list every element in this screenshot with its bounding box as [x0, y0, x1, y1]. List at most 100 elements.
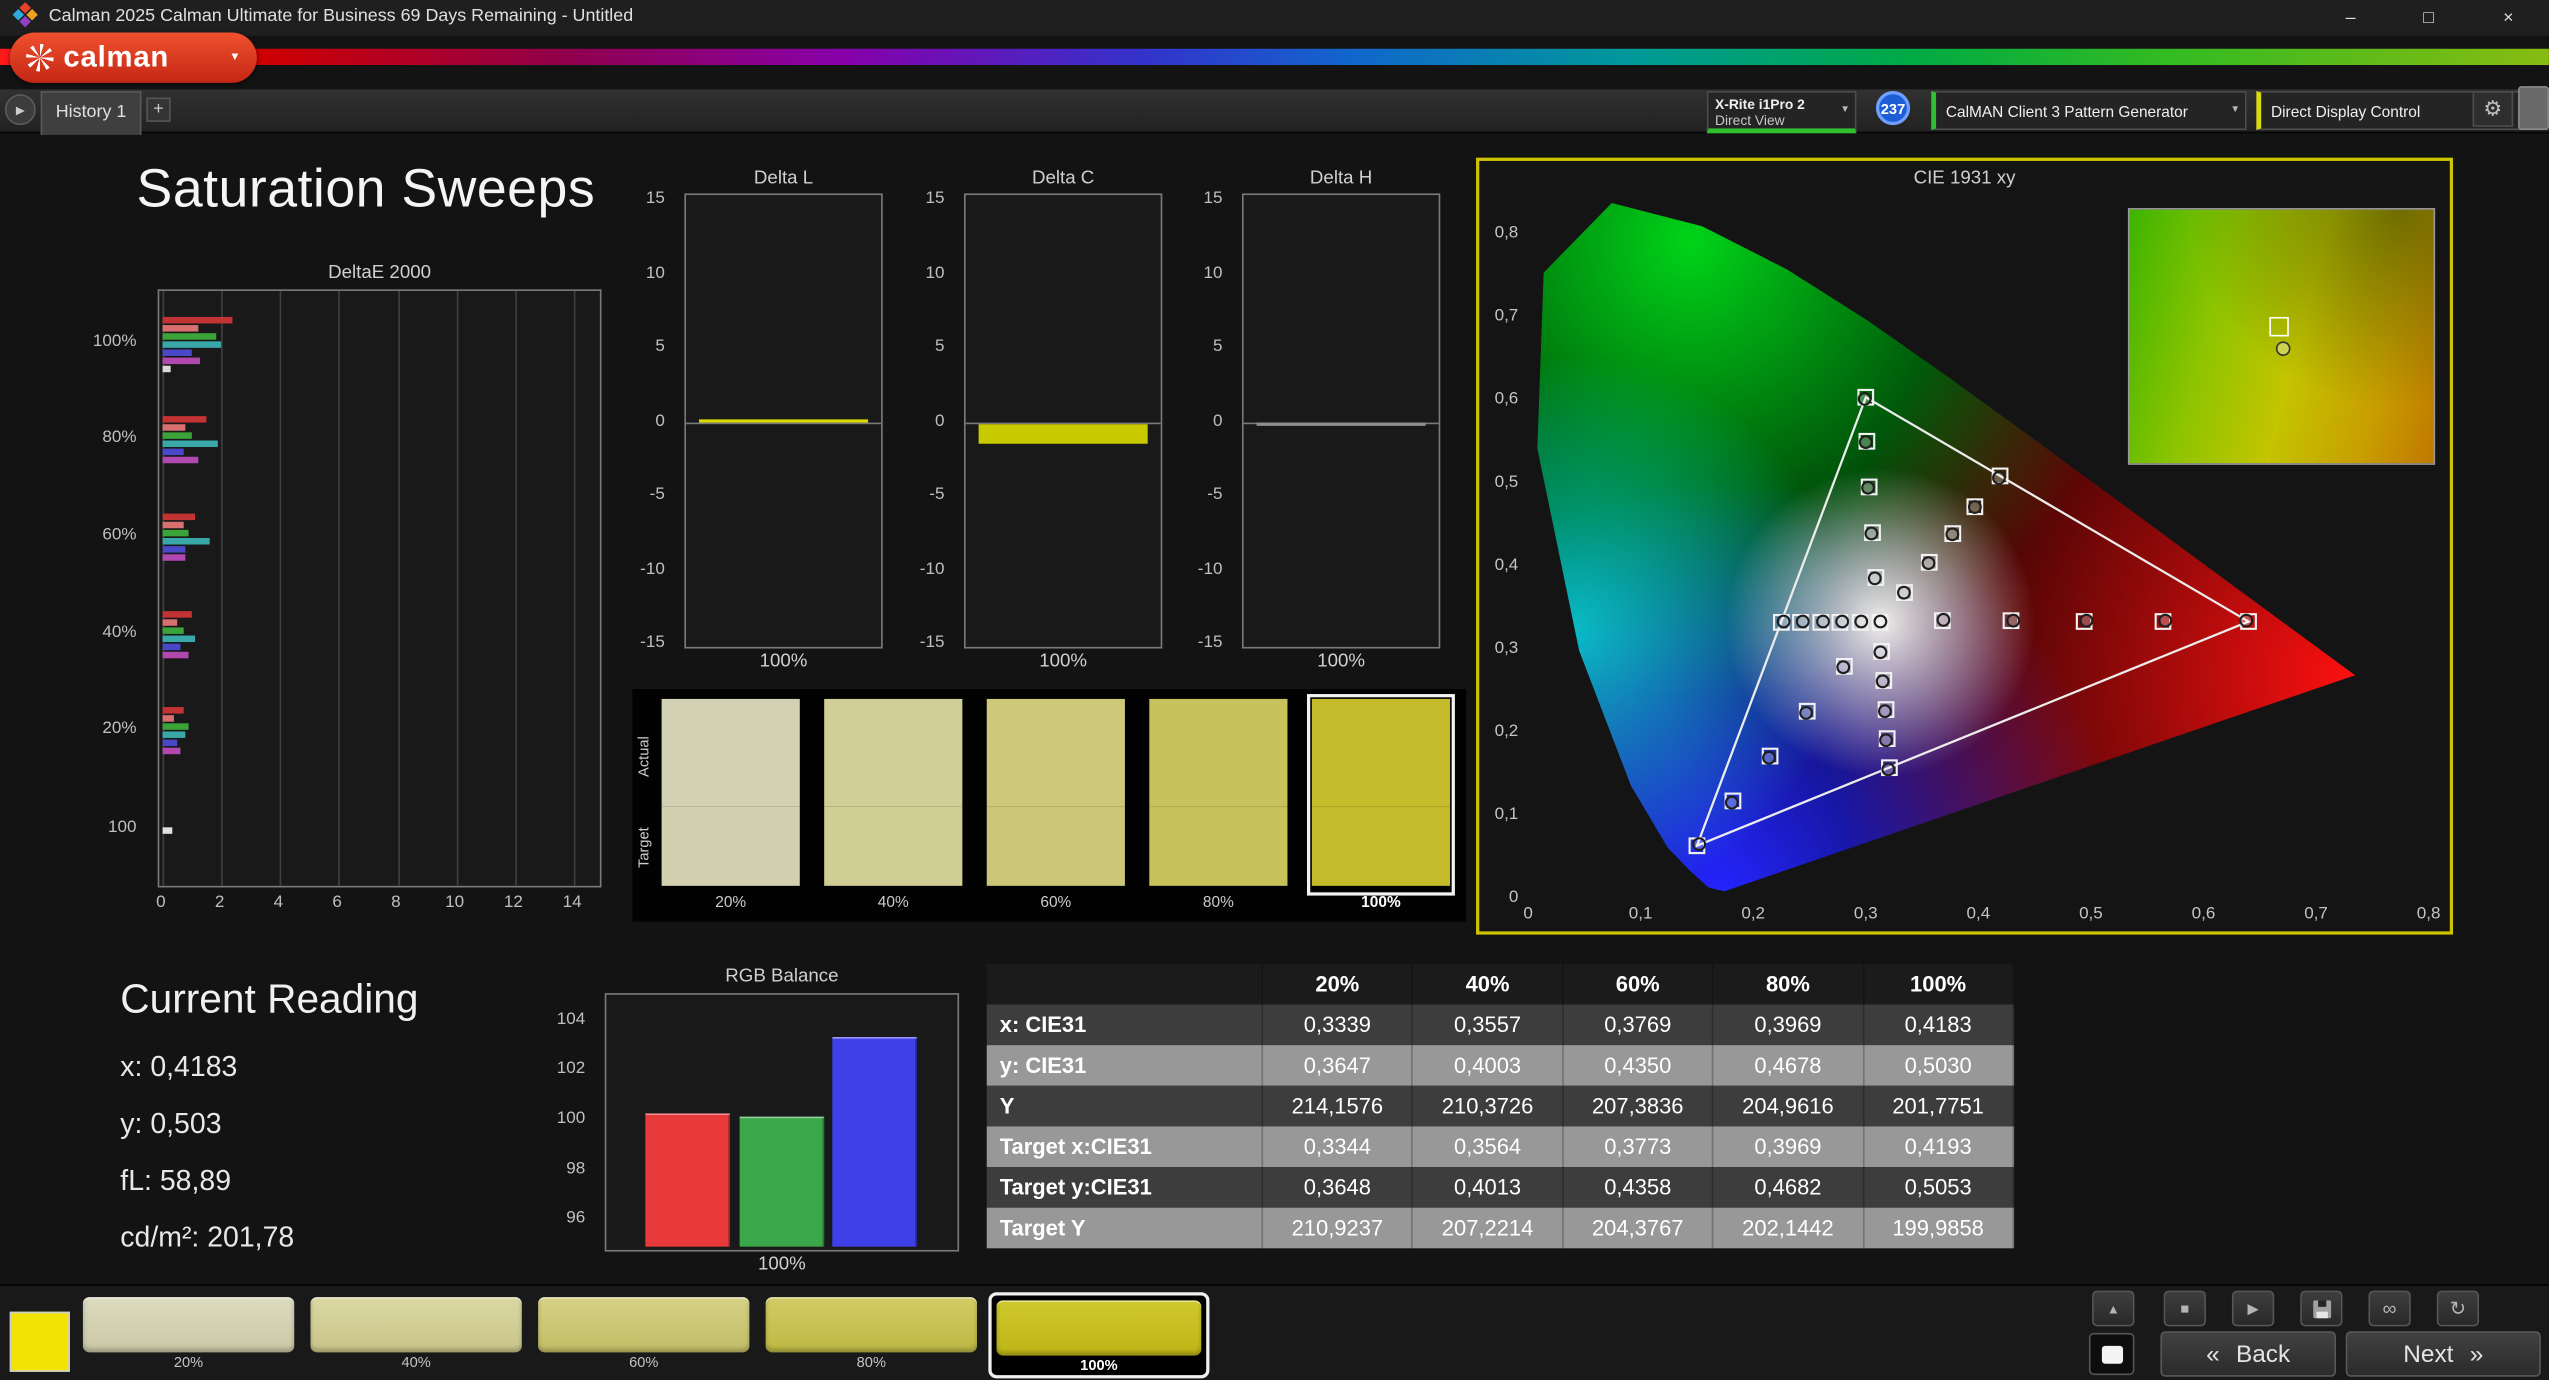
deltae-bar	[162, 316, 234, 323]
pattern-swatch-button[interactable]: 40%	[306, 1292, 527, 1378]
pattern-swatch-button[interactable]: 20%	[78, 1292, 299, 1378]
table-cell: 0,3647	[1263, 1045, 1414, 1086]
cie-y-tick-label: 0,5	[1495, 472, 1519, 491]
settings-button[interactable]: ⚙	[2472, 91, 2514, 127]
save-button[interactable]	[2300, 1290, 2343, 1327]
cie-x-tick-label: 0,2	[1741, 903, 1765, 922]
delta-l-xlabel: 100%	[759, 651, 808, 672]
pattern-window-button[interactable]	[2088, 1332, 2135, 1376]
delta-c-xlabel: 100%	[1039, 651, 1088, 672]
delta-ylabel: 5	[1212, 336, 1223, 356]
cie-measured-marker	[1864, 526, 1879, 541]
table-cell: 0,3344	[1263, 1126, 1414, 1168]
continuous-measure-button[interactable]: ∞	[2368, 1290, 2411, 1327]
deltae-bar	[162, 356, 201, 364]
deltae-bar	[162, 364, 170, 372]
cie-measured-marker	[1992, 470, 2006, 485]
next-label: Next	[2403, 1340, 2454, 1368]
table-header-cell: 20%	[1263, 963, 1414, 1005]
delta-ylabel: -15	[919, 632, 945, 652]
side-panel-toggle[interactable]	[2518, 86, 2549, 131]
cie-measured-marker	[1762, 750, 1776, 765]
rgb-bar-blue	[832, 1036, 917, 1247]
delta-ylabel: -15	[1197, 632, 1223, 652]
delta-ylabel: 15	[925, 188, 945, 209]
actual-swatch	[661, 698, 800, 807]
deltae-ylabels: 100% 80% 60% 40% 20% 100	[72, 289, 150, 887]
cie-measured-marker	[1936, 612, 1951, 627]
pattern-swatch-button[interactable]: 60%	[533, 1292, 754, 1378]
tab-history-1[interactable]: History 1	[40, 91, 142, 135]
active-pattern-tile[interactable]	[9, 1311, 70, 1372]
deltae-xlabel: 10	[445, 892, 465, 912]
close-button[interactable]: ×	[2468, 0, 2549, 36]
cie-measured-marker	[1776, 614, 1791, 629]
delta-ylabel: -15	[640, 632, 665, 652]
window-title: Calman 2025 Calman Ultimate for Business…	[48, 6, 634, 27]
swatch-column-label: 80%	[1202, 893, 1234, 912]
table-cell: 201,7751	[1864, 1085, 2015, 1127]
deltae-bar	[162, 715, 175, 722]
cie-measured-marker	[1967, 500, 1982, 514]
collapse-button[interactable]: ▲	[2092, 1290, 2135, 1327]
cie-y-tick-label: 0,7	[1495, 306, 1519, 325]
deltae-gridline	[221, 290, 223, 886]
deltae-bar	[162, 324, 198, 331]
cie-x-tick-label: 0,4	[1967, 903, 1991, 922]
swatch-column-label: 100%	[1361, 893, 1401, 912]
pattern-swatch-button[interactable]: 80%	[761, 1292, 982, 1378]
pattern-generator-label: CalMAN Client 3 Pattern Generator	[1945, 104, 2188, 122]
save-icon	[2312, 1299, 2331, 1318]
next-button[interactable]: Next »	[2345, 1331, 2541, 1377]
chevron-up-icon: ▲	[2106, 1301, 2120, 1316]
cie-measured-marker	[1854, 614, 1869, 629]
deltae-gridline	[456, 290, 458, 886]
meter-dropdown[interactable]: X-Rite i1Pro 2 Direct View ▼	[1706, 91, 1857, 134]
cie-measured-marker	[1879, 733, 1893, 748]
calman-menu-button[interactable]: calman ▼	[9, 32, 257, 83]
table-cell: 0,3557	[1413, 1004, 1564, 1046]
cie-chart-panel[interactable]: CIE 1931 xy 0 0,1 0,2 0,3 0,4 0,5 0,6 0,…	[1476, 157, 2454, 935]
inset-target-marker	[2269, 316, 2289, 337]
table-row: Y 214,1576 210,3726 207,3836 204,9616 201,775…	[986, 1085, 2015, 1127]
meter-status-badge: 237	[1875, 91, 1911, 126]
deltae-bar	[162, 627, 184, 634]
restore-button[interactable]: □	[2390, 0, 2468, 36]
deltae-gridline	[162, 290, 165, 886]
cie-y-tick-label: 0,2	[1495, 721, 1519, 740]
minimize-button[interactable]: –	[2312, 0, 2390, 36]
play-button[interactable]: ▶	[2231, 1290, 2275, 1327]
target-row-label: Target	[635, 826, 652, 868]
target-swatch	[661, 806, 800, 886]
cie-y-tick-label: 0,6	[1495, 389, 1519, 408]
delta-ylabel: -5	[649, 484, 665, 504]
rgb-bar-green	[738, 1116, 824, 1247]
deltae-bar	[162, 332, 216, 339]
table-cell: 0,4003	[1413, 1045, 1564, 1086]
table-cell: 204,3767	[1563, 1207, 1714, 1249]
back-button[interactable]: « Back	[2160, 1331, 2336, 1377]
gear-icon: ⚙	[2483, 95, 2503, 121]
deltae-xlabel: 4	[273, 892, 284, 912]
table-row-label: Target y:CIE31	[987, 1167, 1264, 1208]
delta-ylabel: 15	[645, 188, 665, 209]
delta-h-plot	[1241, 193, 1441, 649]
add-tab-button[interactable]: +	[146, 97, 171, 122]
deltae-bar	[162, 611, 192, 618]
cie-measured-marker	[1897, 585, 1911, 600]
cie-measured-marker	[1858, 435, 1873, 450]
cie-measured-marker	[1799, 705, 1814, 720]
table-cell: 0,3769	[1563, 1004, 1714, 1046]
swatch-column-label: 20%	[715, 893, 747, 912]
table-cell: 210,9237	[1263, 1207, 1414, 1249]
history-panel-toggle[interactable]: ▶	[4, 94, 36, 126]
table-cell: 0,3339	[1263, 1004, 1414, 1046]
play-icon: ▶	[2247, 1299, 2259, 1316]
stop-button[interactable]: ■	[2163, 1290, 2206, 1327]
deltae-xlabels: 0 2 4 6 8 10 12 14	[156, 892, 602, 915]
table-header-cell	[987, 963, 1264, 1005]
pattern-dropdown[interactable]: CalMAN Client 3 Pattern Generator ▼	[1931, 91, 2247, 131]
pattern-swatch-button[interactable]: 100%	[988, 1292, 1210, 1379]
refresh-button[interactable]: ↻	[2436, 1290, 2480, 1327]
deltae-bar	[162, 635, 195, 643]
